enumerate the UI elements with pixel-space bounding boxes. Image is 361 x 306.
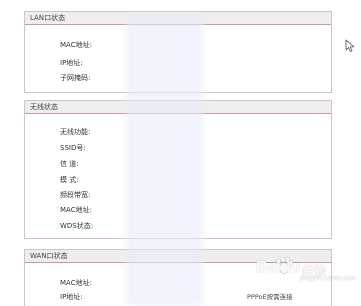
router-status-page: LAN口状态 MAC地址: IP地址: 子网掩码: 无线状态 无线功能: SSI… — [0, 0, 361, 306]
lan-ip-label: IP地址: — [60, 59, 83, 67]
wireless-wds-status-label: WDS状态: — [60, 222, 94, 230]
wireless-channel-label: 信 道: — [60, 160, 79, 168]
wireless-ssid-label: SSID号: — [60, 144, 86, 152]
baidu-jingyan-watermark: Baidu 经验 jingyan.baidu.com — [242, 256, 356, 286]
wireless-mac-label: MAC地址: — [60, 206, 92, 214]
lan-subnet-mask-label: 子网掩码: — [60, 74, 91, 82]
wan-mac-label: MAC地址: — [60, 279, 92, 287]
wireless-function-label: 无线功能: — [60, 128, 91, 136]
wan-ip-value: PPPoE按需连接 — [247, 293, 293, 301]
wan-ip-label: IP地址: — [60, 293, 83, 301]
blurred-values-overlay — [126, 15, 204, 306]
lan-mac-label: MAC地址: — [60, 41, 92, 49]
mouse-pointer-icon — [345, 38, 356, 52]
watermark-brand: Baidu — [256, 259, 301, 276]
wireless-mode-label: 模 式: — [60, 176, 79, 184]
watermark-site: jingyan.baidu.com — [300, 276, 357, 282]
wireless-bandwidth-label: 频段带宽: — [60, 191, 91, 199]
